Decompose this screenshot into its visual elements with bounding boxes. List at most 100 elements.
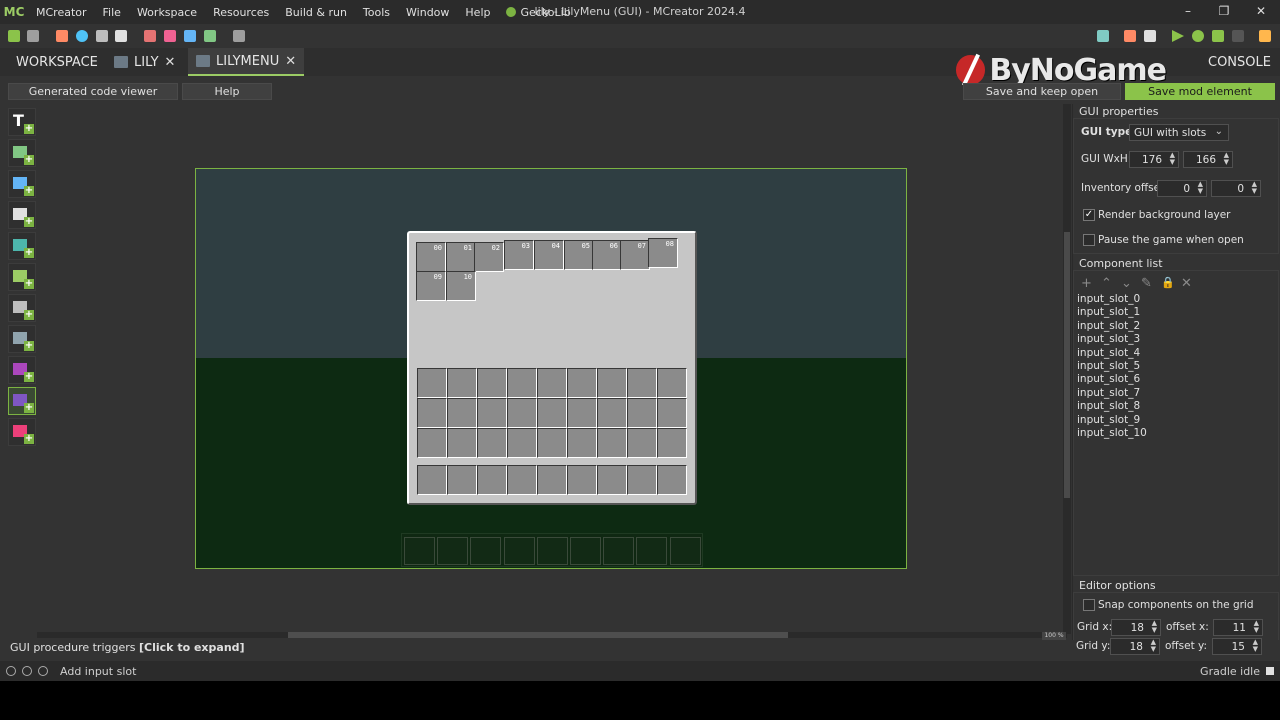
input-slot[interactable]: 01 xyxy=(446,242,476,272)
browse-icon[interactable] xyxy=(27,30,39,42)
move-up-icon[interactable]: ⌃ xyxy=(1101,276,1112,291)
save-mod-element-button[interactable]: Save mod element xyxy=(1125,83,1275,100)
list-item[interactable]: input_slot_6 xyxy=(1077,373,1147,386)
info-icon[interactable] xyxy=(6,666,16,676)
spinner-arrows-icon[interactable]: ▲ ▼ xyxy=(1152,620,1157,634)
inventory-offset-x-spinner[interactable]: 0 ▲ ▼ xyxy=(1157,180,1207,197)
spinner-arrows-icon[interactable]: ▲ ▼ xyxy=(1254,620,1259,634)
add-button-button[interactable]: + xyxy=(8,170,36,198)
input-slot[interactable]: 03 xyxy=(504,240,534,270)
run-server-icon[interactable] xyxy=(1212,30,1224,42)
list-item[interactable]: input_slot_5 xyxy=(1077,360,1147,373)
horizontal-scrollbar-thumb[interactable] xyxy=(288,632,788,638)
resource-icon[interactable] xyxy=(56,30,68,42)
input-slot[interactable]: 05 xyxy=(564,240,594,270)
pause-game-checkbox[interactable] xyxy=(1083,234,1095,246)
workspace-icon[interactable] xyxy=(8,30,20,42)
add-text-label-button[interactable]: T + xyxy=(8,108,36,136)
image-icon[interactable] xyxy=(233,30,245,42)
add-entity-model-button[interactable]: + xyxy=(8,325,36,353)
add-checkbox-button[interactable]: + xyxy=(8,263,36,291)
input-slot[interactable]: 09 xyxy=(416,271,446,301)
build-icon[interactable] xyxy=(1124,30,1136,42)
texture-icon[interactable] xyxy=(144,30,156,42)
input-slot[interactable]: 04 xyxy=(534,240,564,270)
settings-icon[interactable] xyxy=(38,666,48,676)
list-item[interactable]: input_slot_1 xyxy=(1077,306,1147,319)
add-image-button-button[interactable]: + xyxy=(8,232,36,260)
menu-geckolib[interactable]: GeckoLib xyxy=(498,6,578,19)
generated-code-viewer-button[interactable]: Generated code viewer xyxy=(8,83,178,100)
menu-resources[interactable]: Resources xyxy=(205,6,277,19)
vertical-scrollbar-thumb[interactable] xyxy=(1064,232,1070,498)
list-item[interactable]: input_slot_2 xyxy=(1077,320,1147,333)
menu-window[interactable]: Window xyxy=(398,6,457,19)
gui-procedure-triggers[interactable]: GUI procedure triggers [Click to expand] xyxy=(0,641,1072,657)
input-slot[interactable]: 06 xyxy=(592,240,622,270)
input-slot[interactable]: 02 xyxy=(474,242,504,272)
spinner-arrows-icon[interactable]: ▲ ▼ xyxy=(1198,181,1203,195)
spinner-arrows-icon[interactable]: ▲ ▼ xyxy=(1151,639,1156,653)
debug-icon[interactable] xyxy=(1192,30,1204,42)
list-item[interactable]: input_slot_4 xyxy=(1077,347,1147,360)
inventory-offset-y-spinner[interactable]: 0 ▲ ▼ xyxy=(1211,180,1261,197)
regenerate-icon[interactable] xyxy=(1097,30,1109,42)
tab-workspace[interactable]: WORKSPACE xyxy=(8,48,106,76)
close-tab-icon[interactable]: ✕ xyxy=(165,55,176,70)
render-background-checkbox[interactable]: ✓ xyxy=(1083,209,1095,221)
list-item[interactable]: input_slot_3 xyxy=(1077,333,1147,346)
input-slot[interactable]: 10 xyxy=(446,271,476,301)
gui-width-spinner[interactable]: 176 ▲ ▼ xyxy=(1129,151,1179,168)
tab-lily[interactable]: LILY ✕ xyxy=(106,48,183,76)
triggers-expand[interactable]: [Click to expand] xyxy=(139,641,245,654)
input-slot[interactable]: 00 xyxy=(416,242,446,272)
offset-y-spinner[interactable]: 15 ▲ ▼ xyxy=(1212,638,1262,655)
close-window-button[interactable]: ✕ xyxy=(1253,4,1269,20)
menu-tools[interactable]: Tools xyxy=(355,6,398,19)
move-down-icon[interactable]: ⌄ xyxy=(1121,276,1132,291)
add-component-icon[interactable]: + xyxy=(1081,276,1092,291)
add-text-field-button[interactable]: + xyxy=(8,201,36,229)
minimize-button[interactable]: – xyxy=(1180,4,1196,20)
grid-x-spinner[interactable]: 18 ▲ ▼ xyxy=(1111,619,1161,636)
settings-icon[interactable] xyxy=(96,30,108,42)
list-item[interactable]: input_slot_8 xyxy=(1077,400,1147,413)
link-icon[interactable] xyxy=(22,666,32,676)
help-button[interactable]: Help xyxy=(182,83,272,100)
menu-mcreator[interactable]: MCreator xyxy=(28,6,95,19)
add-input-slot-button[interactable]: + xyxy=(8,387,36,415)
spinner-arrows-icon[interactable]: ▲ ▼ xyxy=(1252,181,1257,195)
model-icon[interactable] xyxy=(164,30,176,42)
tab-lilymenu[interactable]: LILYMENU ✕ xyxy=(188,48,305,76)
globe-icon[interactable] xyxy=(76,30,88,42)
delete-icon[interactable]: ✕ xyxy=(1181,276,1192,291)
grid-y-spinner[interactable]: 18 ▲ ▼ xyxy=(1110,638,1160,655)
list-item[interactable]: input_slot_0 xyxy=(1077,293,1147,306)
structure-icon[interactable] xyxy=(184,30,196,42)
export-icon[interactable] xyxy=(115,30,127,42)
gui-editor-canvas[interactable]: 00 01 02 03 04 05 06 07 08 09 10 xyxy=(195,168,907,569)
input-slot[interactable]: 08 xyxy=(648,238,678,268)
lock-icon[interactable]: 🔒 xyxy=(1161,276,1175,289)
list-item[interactable]: input_slot_9 xyxy=(1077,414,1147,427)
snap-grid-checkbox[interactable] xyxy=(1083,599,1095,611)
input-slot[interactable]: 07 xyxy=(620,240,650,270)
save-keep-open-button[interactable]: Save and keep open xyxy=(963,83,1121,100)
gui-type-select[interactable]: GUI with slots ⌄ xyxy=(1129,124,1229,141)
edit-icon[interactable]: ✎ xyxy=(1141,276,1152,291)
gui-height-spinner[interactable]: 166 ▲ ▼ xyxy=(1183,151,1233,168)
restore-button[interactable]: ❐ xyxy=(1216,4,1232,20)
export-mod-icon[interactable] xyxy=(1259,30,1271,42)
run-client-icon[interactable] xyxy=(1172,30,1184,42)
add-image-button[interactable]: + xyxy=(8,139,36,167)
list-item[interactable]: input_slot_7 xyxy=(1077,387,1147,400)
tab-console[interactable]: CONSOLE xyxy=(1200,48,1279,76)
close-tab-icon[interactable]: ✕ xyxy=(285,54,296,69)
spinner-arrows-icon[interactable]: ▲ ▼ xyxy=(1224,152,1229,166)
add-output-slot-button[interactable]: + xyxy=(8,418,36,446)
menu-file[interactable]: File xyxy=(95,6,129,19)
list-item[interactable]: input_slot_10 xyxy=(1077,427,1147,440)
spinner-arrows-icon[interactable]: ▲ ▼ xyxy=(1253,639,1258,653)
menu-build-run[interactable]: Build & run xyxy=(277,6,355,19)
grid-icon[interactable] xyxy=(204,30,216,42)
